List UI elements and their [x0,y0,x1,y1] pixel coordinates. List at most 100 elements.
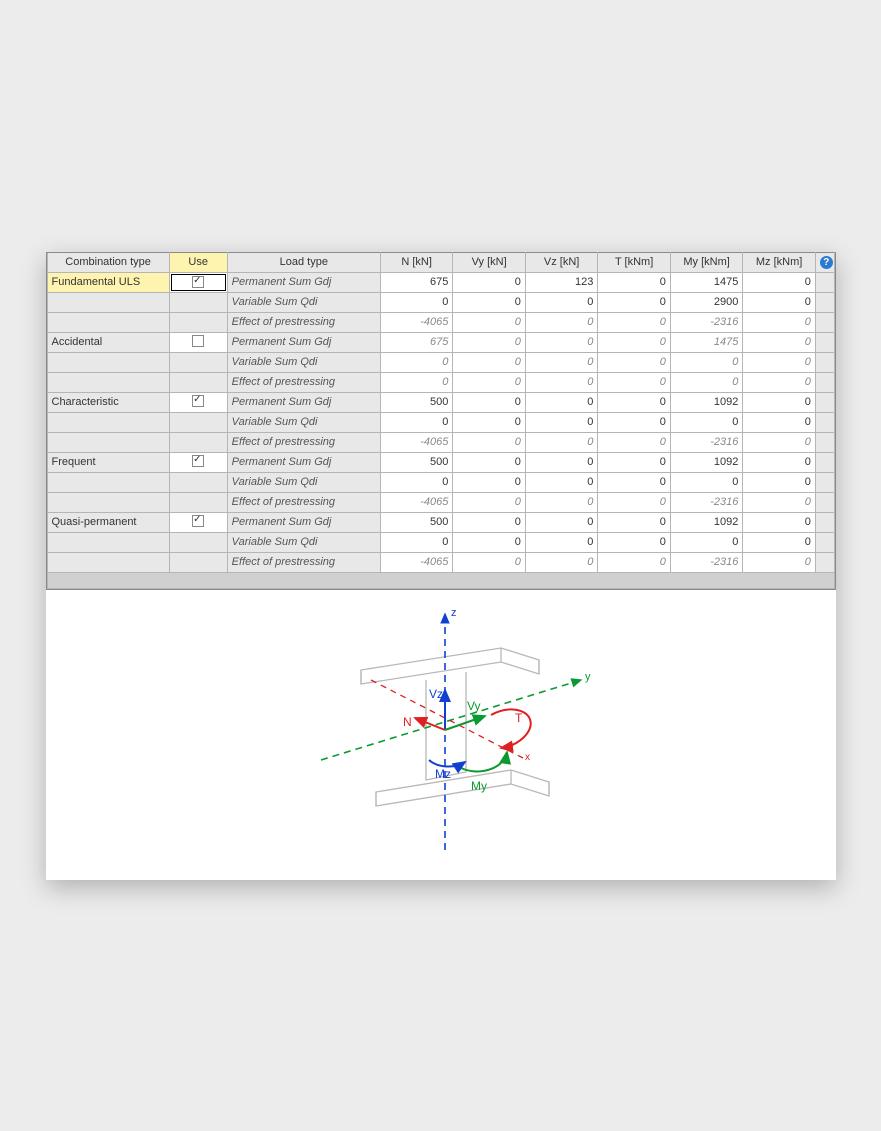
value-cell[interactable]: 0 [453,532,525,552]
value-cell[interactable]: 1092 [670,392,742,412]
value-cell[interactable]: 0 [453,412,525,432]
value-cell[interactable]: 0 [525,292,597,312]
value-cell[interactable]: 0 [380,472,452,492]
col-vy[interactable]: Vy [kN] [453,252,525,272]
value-cell[interactable]: 0 [743,332,815,352]
value-cell[interactable]: 0 [743,372,815,392]
value-cell[interactable]: 0 [453,372,525,392]
value-cell[interactable]: 0 [743,352,815,372]
value-cell[interactable]: 0 [380,352,452,372]
value-cell[interactable]: 0 [525,412,597,432]
combination-label[interactable]: Quasi-permanent [47,512,169,532]
value-cell[interactable]: 0 [670,472,742,492]
value-cell[interactable]: 0 [453,552,525,572]
value-cell[interactable]: -4065 [380,432,452,452]
value-cell[interactable]: 0 [380,532,452,552]
value-cell[interactable]: 0 [743,432,815,452]
value-cell[interactable]: 0 [743,272,815,292]
col-mz[interactable]: Mz [kNm] [743,252,815,272]
combination-label[interactable]: Characteristic [47,392,169,412]
use-checkbox-cell[interactable] [169,332,227,352]
value-cell[interactable]: 0 [525,372,597,392]
value-cell[interactable]: 0 [453,312,525,332]
col-n[interactable]: N [kN] [380,252,452,272]
value-cell[interactable]: 0 [380,292,452,312]
value-cell[interactable]: 0 [598,512,670,532]
value-cell[interactable]: -2316 [670,312,742,332]
value-cell[interactable]: 0 [525,352,597,372]
value-cell[interactable]: 500 [380,392,452,412]
value-cell[interactable]: 675 [380,332,452,352]
value-cell[interactable]: 1475 [670,272,742,292]
value-cell[interactable]: 0 [453,332,525,352]
use-checkbox-cell[interactable] [169,512,227,532]
use-checkbox-cell[interactable] [169,452,227,472]
use-checkbox[interactable] [192,455,204,467]
value-cell[interactable]: 0 [598,292,670,312]
use-checkbox[interactable] [192,395,204,407]
col-combination[interactable]: Combination type [47,252,169,272]
col-use[interactable]: Use [169,252,227,272]
value-cell[interactable]: 0 [598,312,670,332]
value-cell[interactable]: 0 [453,492,525,512]
value-cell[interactable]: 0 [525,332,597,352]
value-cell[interactable]: 0 [598,372,670,392]
combination-label[interactable]: Accidental [47,332,169,352]
value-cell[interactable]: 0 [743,452,815,472]
value-cell[interactable]: 0 [670,412,742,432]
value-cell[interactable]: -2316 [670,552,742,572]
col-vz[interactable]: Vz [kN] [525,252,597,272]
value-cell[interactable]: 0 [453,352,525,372]
value-cell[interactable]: 0 [525,512,597,532]
value-cell[interactable]: 2900 [670,292,742,312]
value-cell[interactable]: 1092 [670,452,742,472]
value-cell[interactable]: 500 [380,512,452,532]
value-cell[interactable]: 1092 [670,512,742,532]
value-cell[interactable]: 0 [743,292,815,312]
value-cell[interactable]: 0 [670,372,742,392]
value-cell[interactable]: 0 [453,432,525,452]
value-cell[interactable]: -4065 [380,312,452,332]
col-my[interactable]: My [kNm] [670,252,742,272]
use-checkbox[interactable] [192,276,204,288]
use-checkbox-cell[interactable] [169,272,227,292]
value-cell[interactable]: 0 [670,532,742,552]
value-cell[interactable]: 123 [525,272,597,292]
value-cell[interactable]: -2316 [670,492,742,512]
value-cell[interactable]: 0 [598,432,670,452]
value-cell[interactable]: 0 [598,552,670,572]
value-cell[interactable]: 0 [598,392,670,412]
value-cell[interactable]: 0 [743,532,815,552]
value-cell[interactable]: 0 [525,472,597,492]
value-cell[interactable]: 0 [598,532,670,552]
value-cell[interactable]: 0 [598,412,670,432]
combination-label[interactable]: Fundamental ULS [47,272,169,292]
value-cell[interactable]: 0 [380,372,452,392]
value-cell[interactable]: 0 [525,392,597,412]
value-cell[interactable]: 0 [743,512,815,532]
value-cell[interactable]: 0 [743,492,815,512]
value-cell[interactable]: 0 [743,472,815,492]
value-cell[interactable]: 0 [453,512,525,532]
combination-label[interactable]: Frequent [47,452,169,472]
value-cell[interactable]: 0 [598,472,670,492]
value-cell[interactable]: 0 [743,412,815,432]
value-cell[interactable]: 0 [743,312,815,332]
value-cell[interactable]: 0 [525,432,597,452]
col-loadtype[interactable]: Load type [227,252,380,272]
value-cell[interactable]: 0 [525,312,597,332]
use-checkbox-cell[interactable] [169,392,227,412]
value-cell[interactable]: 0 [670,352,742,372]
use-checkbox[interactable] [192,335,204,347]
value-cell[interactable]: 0 [453,272,525,292]
value-cell[interactable]: 0 [525,552,597,572]
value-cell[interactable]: 0 [525,532,597,552]
value-cell[interactable]: 0 [598,332,670,352]
value-cell[interactable]: 0 [598,352,670,372]
value-cell[interactable]: 0 [453,472,525,492]
value-cell[interactable]: 0 [380,412,452,432]
value-cell[interactable]: -4065 [380,492,452,512]
value-cell[interactable]: -4065 [380,552,452,572]
value-cell[interactable]: 0 [525,452,597,472]
value-cell[interactable]: 675 [380,272,452,292]
